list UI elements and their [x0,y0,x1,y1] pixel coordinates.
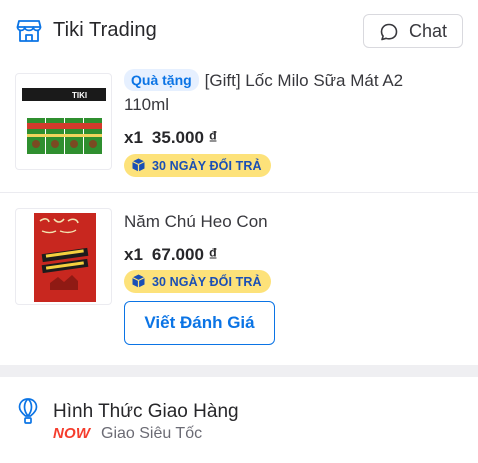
shop-header: Tiki Trading Chat [0,0,478,64]
now-logo: NOW [53,425,91,442]
write-review-button[interactable]: Viết Đánh Giá [124,301,275,345]
product-price: 67.000 ₫ [151,245,218,264]
shop-name[interactable]: Tiki Trading [53,19,157,42]
milo-pack-image: TIKI [22,88,106,154]
shipping-title: Hình Thức Giao Hàng [53,401,239,422]
book-cover-image [34,213,96,302]
chat-label: Chat [409,21,448,41]
thumbnail-brand: TIKI [72,91,87,100]
quantity-price: x1 67.000 ₫ [124,245,217,265]
return-policy-badge: 30 NGÀY ĐỔI TRẢ [124,154,271,177]
chat-button[interactable]: Chat [363,14,463,48]
return-policy-label: 30 NGÀY ĐỔI TRẢ [152,158,262,173]
product-quantity: x1 [124,128,143,147]
shipping-method: Giao Siêu Tốc [101,425,203,442]
product-thumbnail[interactable] [15,208,112,305]
return-box-icon [132,158,145,172]
product-quantity: x1 [124,245,143,264]
return-policy-label: 30 NGÀY ĐỔI TRẢ [152,274,262,289]
product-item[interactable]: TIKI Quà tặng [Gift] Lốc Milo Sữa Mát A2 … [0,64,478,192]
product-title-block: Quà tặng [Gift] Lốc Milo Sữa Mát A2 110ml [124,69,444,117]
chat-bubble-icon [380,23,398,41]
quantity-price: x1 35.000 ₫ [124,128,217,148]
divider [0,192,478,193]
return-box-icon [132,274,145,288]
hot-air-balloon-icon [18,398,38,424]
store-icon [16,20,42,42]
product-thumbnail[interactable]: TIKI [15,73,112,170]
shipping-method-section: Hình Thức Giao Hàng NOW Giao Siêu Tốc [0,377,478,463]
product-price: 35.000 ₫ [151,128,218,147]
section-separator [0,365,478,377]
return-policy-badge: 30 NGÀY ĐỔI TRẢ [124,270,271,293]
product-item[interactable]: Năm Chú Heo Con x1 67.000 ₫ 30 NGÀY ĐỔI T… [0,194,478,364]
product-title[interactable]: Năm Chú Heo Con [124,210,268,234]
gift-badge: Quà tặng [124,69,199,91]
